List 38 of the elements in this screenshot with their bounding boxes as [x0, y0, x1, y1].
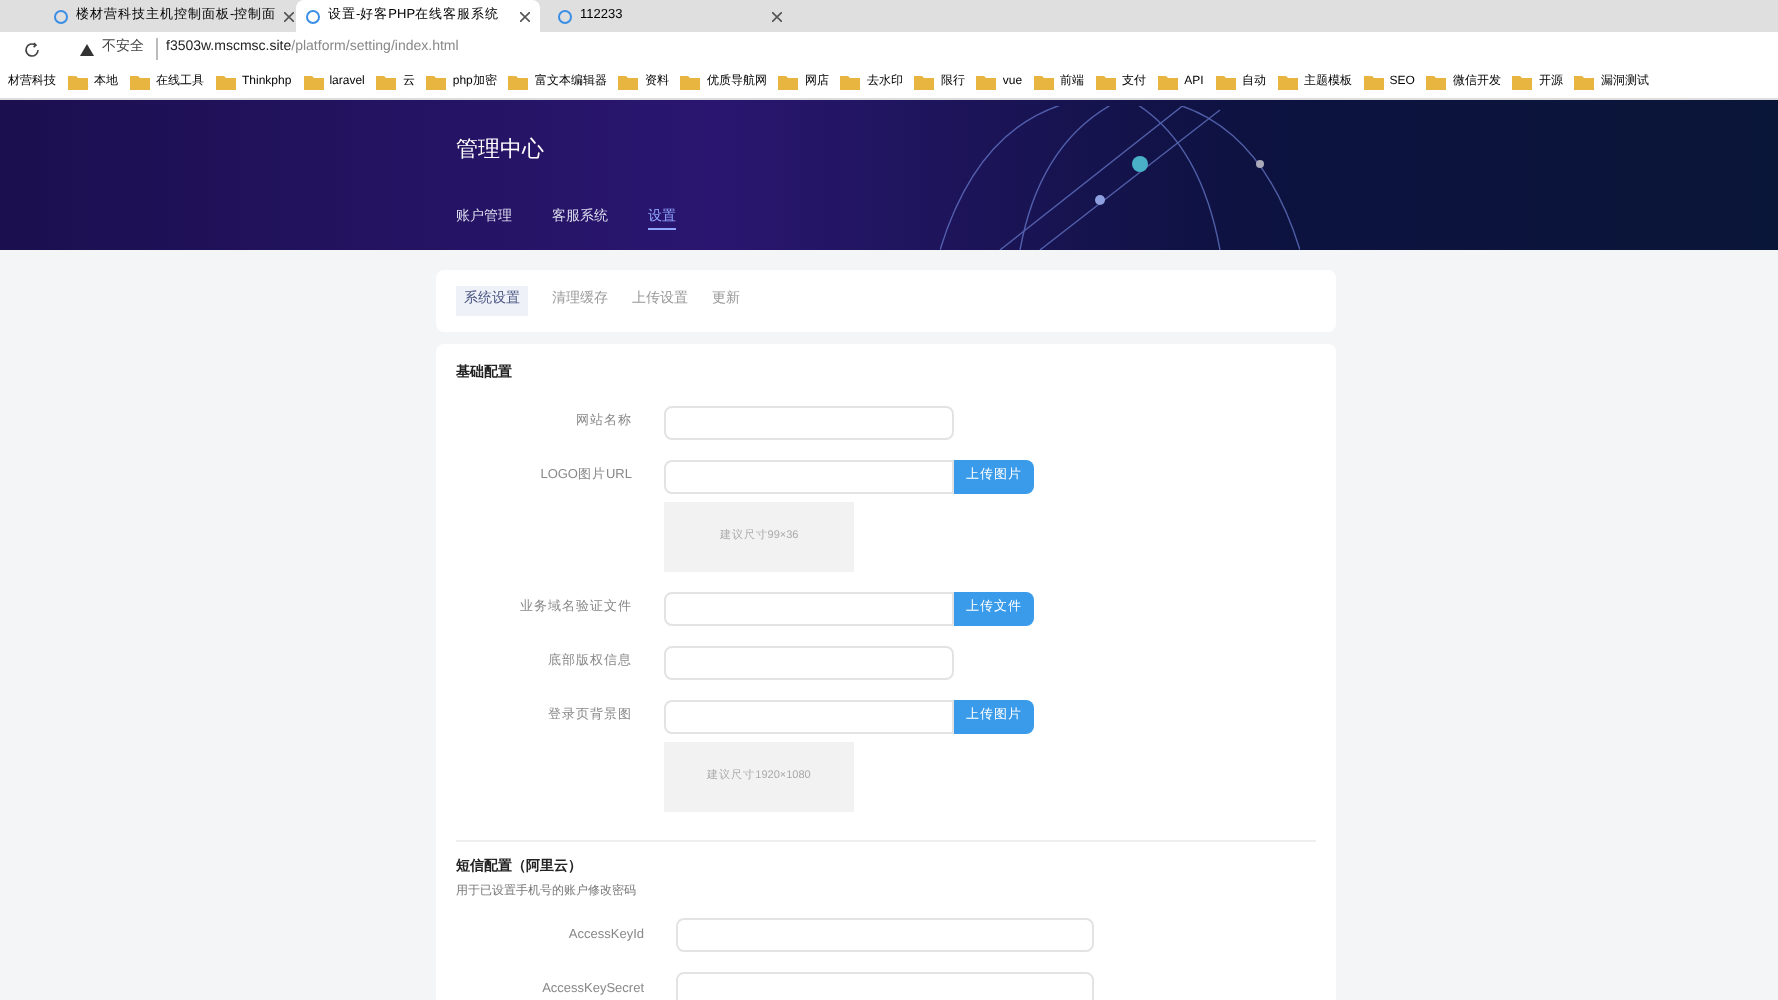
input-field[interactable]	[664, 591, 954, 625]
input-field[interactable]	[664, 699, 954, 733]
input-field[interactable]	[664, 645, 954, 679]
input-field[interactable]	[664, 459, 954, 493]
globe-icon	[54, 9, 68, 23]
globe-icon	[558, 9, 572, 23]
folder-icon	[426, 74, 447, 90]
close-icon[interactable]	[772, 11, 782, 21]
folder-icon	[976, 74, 997, 90]
folder-icon	[1158, 74, 1179, 90]
folder-icon	[130, 74, 150, 90]
input-field[interactable]	[676, 972, 1094, 1000]
input-field[interactable]	[676, 918, 1094, 952]
folder-icon	[1574, 74, 1595, 90]
folder-icon	[1426, 74, 1447, 90]
folder-icon	[1512, 74, 1533, 90]
folder-icon	[840, 74, 861, 90]
folder-icon	[1034, 74, 1055, 90]
page-title: 管理中心	[456, 140, 546, 162]
folder-icon	[216, 74, 236, 90]
folder-icon	[303, 74, 324, 90]
folder-icon	[680, 74, 701, 90]
folder-icon	[1096, 74, 1117, 90]
folder-icon	[68, 74, 88, 90]
folder-icon	[778, 74, 799, 90]
folder-icon	[914, 74, 935, 90]
folder-icon	[1215, 74, 1236, 90]
folder-icon	[376, 74, 397, 90]
folder-icon	[508, 74, 529, 90]
reload-icon[interactable]	[24, 41, 40, 57]
input-field[interactable]	[664, 405, 954, 439]
globe-icon	[306, 9, 320, 23]
folder-icon	[1363, 74, 1384, 90]
close-icon[interactable]	[520, 11, 530, 21]
folder-icon	[618, 74, 639, 90]
folder-icon	[1277, 74, 1298, 90]
warning-icon	[80, 43, 94, 55]
close-icon[interactable]	[284, 11, 295, 21]
